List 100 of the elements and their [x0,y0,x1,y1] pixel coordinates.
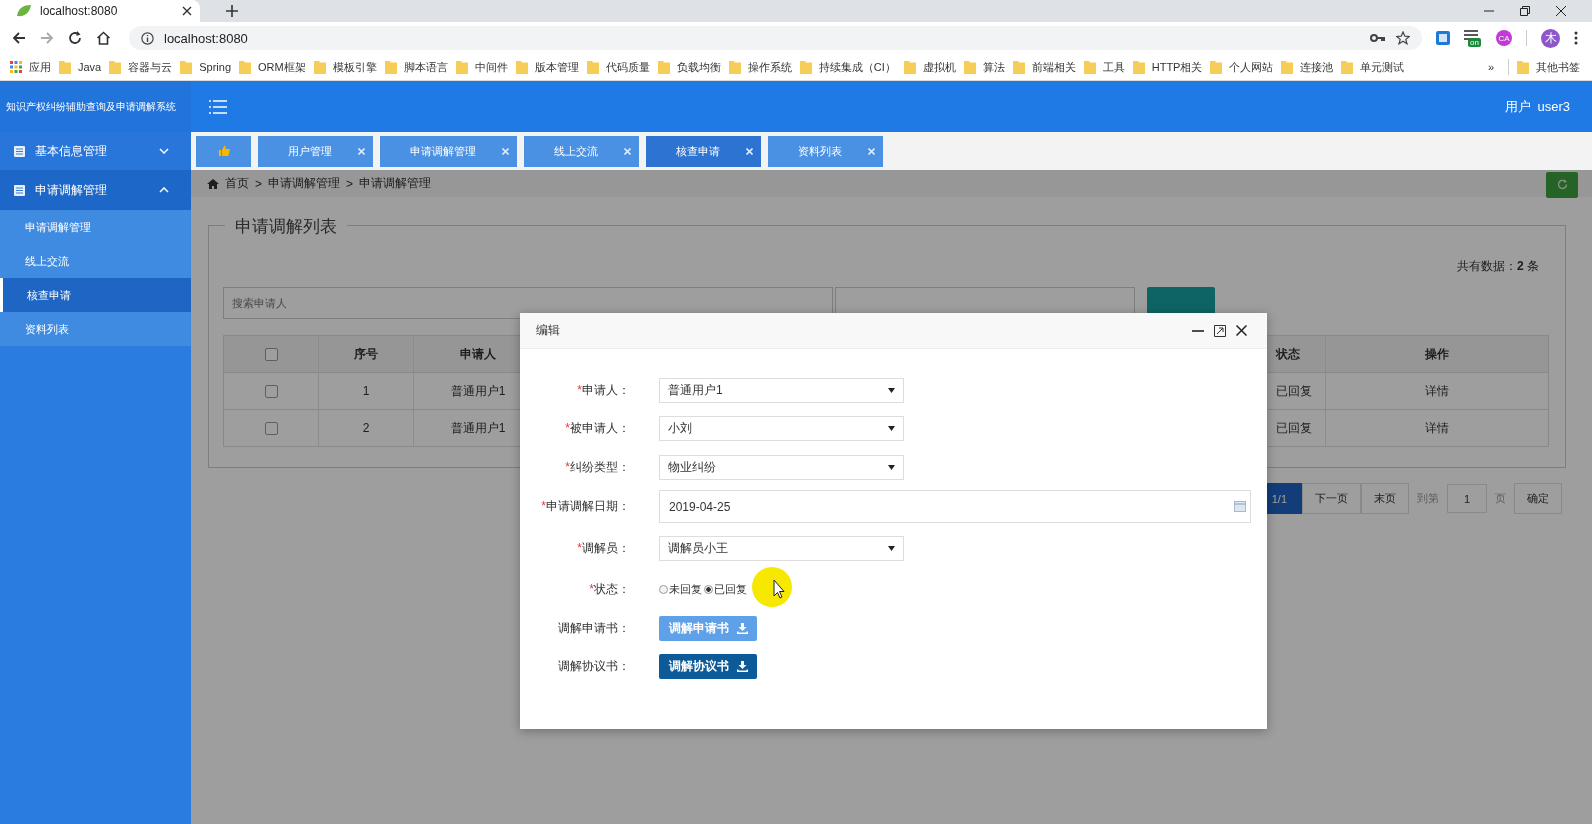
bookmark-item[interactable]: 前端相关 [1012,59,1082,75]
extension-icon[interactable] [1436,31,1450,45]
bookmark-item[interactable]: 持续集成（CI） [799,59,902,75]
confirm-button[interactable]: 确定 [1514,483,1562,514]
caret-icon [888,546,895,551]
bookmark-item[interactable]: HTTP相关 [1132,59,1209,75]
bookmark-item[interactable]: 应用 [10,59,57,75]
bookmark-item[interactable]: 中间件 [455,59,514,75]
breadcrumb-item[interactable]: 首页 [225,175,249,192]
folder-icon [903,60,916,74]
folder-icon [313,60,326,74]
folder-icon [728,60,741,74]
chevron-down-icon [159,148,169,154]
required-mark: * [541,499,546,513]
folder-icon [109,60,122,74]
folder-icon [455,60,468,74]
sidebar-group[interactable]: 申请调解管理 [0,170,191,210]
sidebar-item[interactable]: 资料列表 [0,312,191,346]
chevron-up-icon [159,187,169,193]
reload-icon[interactable] [68,31,82,45]
star-icon[interactable] [1396,31,1410,45]
minimize-icon[interactable] [1192,329,1204,332]
bookmark-item[interactable]: 个人网站 [1210,59,1280,75]
bookmark-item[interactable]: 连接池 [1281,59,1340,75]
bookmark-item[interactable]: 容器与云 [109,59,179,75]
close-icon[interactable] [1236,325,1247,336]
checkbox[interactable] [264,347,278,361]
breadcrumb-item[interactable]: 申请调解管理 [359,175,432,192]
required-mark: * [577,382,582,397]
folder-icon [1517,60,1529,74]
cursor-highlight-icon [752,567,792,607]
date-field[interactable]: 2019-04-25 [659,490,1251,523]
details-link[interactable]: 详情 [1325,410,1548,446]
extension-icon[interactable]: CA [1496,30,1512,46]
new-tab-icon[interactable] [226,5,238,17]
select-field[interactable]: 普通用户1 [659,377,904,403]
bookmark-item[interactable]: 代码质量 [586,59,656,75]
refresh-button[interactable] [1546,171,1578,198]
next-page-button[interactable]: 下一页 [1302,483,1361,514]
bookmark-item[interactable]: 脚本语言 [384,59,454,75]
radio-option[interactable]: 未回复 [659,582,702,598]
total-count: 共有数据：2 条 [1456,258,1539,275]
table-cell: 2 [318,410,413,446]
select-field[interactable]: 小刘 [659,416,904,442]
bookmark-item[interactable]: 其他书签 [1517,59,1586,75]
folder-icon [1341,60,1354,74]
forward-icon[interactable] [40,31,54,45]
sidebar-item[interactable]: 申请调解管理 [0,210,191,244]
last-page-button[interactable]: 末页 [1361,483,1409,514]
bookmark-item[interactable]: Java [59,60,108,74]
bookmark-item[interactable]: 版本管理 [515,59,585,75]
page-tab[interactable]: 核查申请 [646,135,761,167]
close-icon[interactable] [182,6,192,16]
menu-icon[interactable] [1574,31,1578,45]
user-label: 用户 [1505,97,1532,116]
folder-icon [239,60,252,74]
folder-icon [1132,60,1145,74]
folder-icon [963,60,976,74]
bookmark-item[interactable]: 算法 [963,59,1011,75]
radio-option[interactable]: 已回复 [704,582,747,598]
folder-icon [515,60,528,74]
bookmark-item[interactable]: 模板引擎 [313,59,383,75]
caret-icon [888,387,895,393]
breadcrumb-item[interactable]: 申请调解管理 [268,175,340,192]
maximize-icon[interactable] [1214,324,1226,337]
home-icon[interactable] [96,31,111,45]
back-icon[interactable] [12,31,26,45]
bookmark-item[interactable]: 操作系统 [728,59,798,75]
close-icon[interactable] [1556,6,1566,16]
search-field[interactable]: 搜索申请人 [223,287,833,319]
download-button[interactable]: 调解协议书 [659,654,757,680]
calendar-icon [1234,501,1246,512]
bookmark-item[interactable]: 虚拟机 [903,59,962,75]
select-field[interactable]: 物业纠纷 [659,454,904,480]
sidebar-item[interactable]: 核查申请 [0,278,191,312]
checkbox[interactable] [264,421,278,435]
details-link[interactable]: 详情 [1325,373,1548,409]
field-label: 纠纷类型： [570,459,630,474]
bookmark-item[interactable]: Spring [180,60,238,74]
folder-icon [384,60,397,74]
sidebar-item[interactable]: 线上交流 [0,244,191,278]
profile-avatar[interactable]: 木 [1541,28,1560,48]
restore-icon[interactable] [1520,6,1530,16]
sidebar-group[interactable]: 基本信息管理 [0,132,191,170]
field-label: 调解员： [582,541,630,555]
column-header: 操作 [1325,336,1548,372]
page-number-field[interactable]: 1 [1447,484,1487,513]
bookmark-item[interactable]: 负载均衡 [657,59,727,75]
more-bookmarks-button[interactable]: » [1487,61,1500,73]
browser-tab[interactable]: localhost:8080 [0,0,200,22]
key-icon[interactable] [1370,33,1386,43]
checkbox[interactable] [264,384,278,398]
bookmark-item[interactable]: 单元测试 [1341,59,1411,75]
download-icon [736,661,748,673]
address-bar[interactable]: localhost:8080 [129,26,1422,50]
bookmark-item[interactable]: ORM框架 [239,59,312,75]
bookmark-item[interactable]: 工具 [1083,59,1131,75]
user-name[interactable]: user3 [1537,99,1570,114]
home-tab[interactable] [196,135,251,167]
select-field[interactable]: 调解员小王 [659,536,904,561]
